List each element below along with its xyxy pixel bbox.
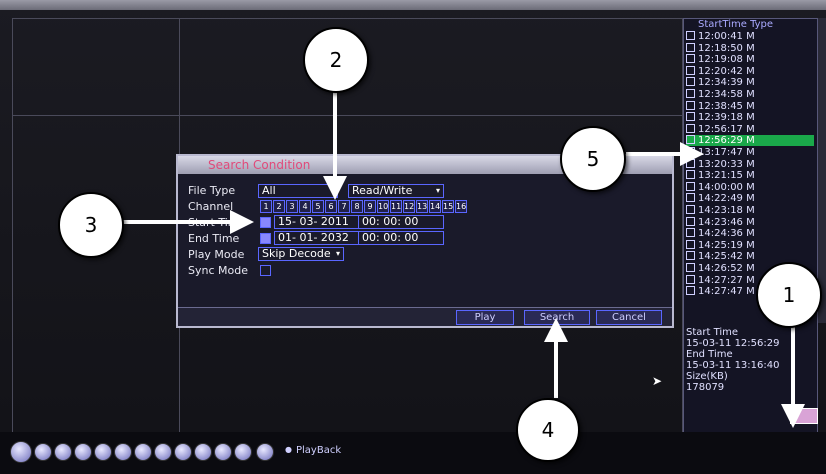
callout-2: 2 xyxy=(303,27,369,93)
annotation-arrows xyxy=(118,88,805,428)
callout-5: 5 xyxy=(560,126,626,192)
callout-3: 3 xyxy=(58,192,124,258)
callout-1: 1 xyxy=(756,262,822,328)
callout-4: 4 xyxy=(516,398,580,462)
